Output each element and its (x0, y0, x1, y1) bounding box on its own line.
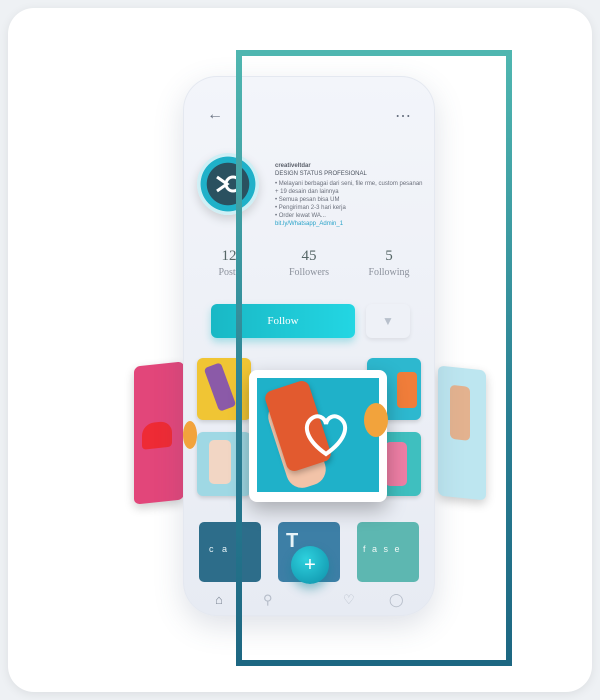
orange-dot (183, 421, 197, 449)
highlight-frame (236, 50, 512, 666)
phone-case-shape (203, 362, 237, 412)
phone-case-shape (209, 440, 231, 484)
heart-shape-left (142, 420, 172, 450)
preview-card: ← ⋯ creativeltdar DESIGN STATUS PROFESIO… (8, 8, 592, 692)
side-photo-left (134, 361, 184, 505)
back-arrow-icon[interactable]: ← (207, 106, 223, 124)
home-icon[interactable]: ⌂ (215, 592, 223, 607)
